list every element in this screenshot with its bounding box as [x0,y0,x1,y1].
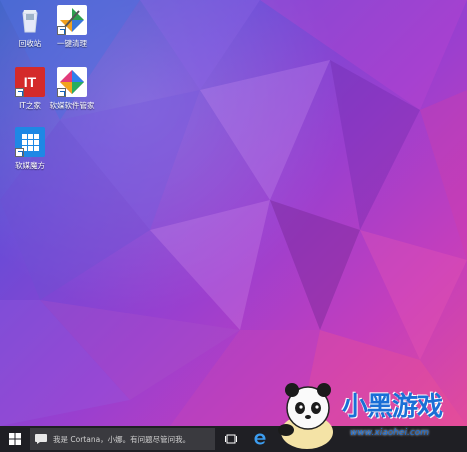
edge-browser-button[interactable] [247,426,273,452]
desktop-icon-rubik-cube[interactable]: 软媒魔方 [0,127,60,171]
shortcut-arrow-icon [57,26,66,35]
desktop-icon-label: 软媒软件管家 [49,101,95,110]
ithome-logo-text: IT [23,74,37,90]
cortana-search-box[interactable]: 我是 Cortana，小娜。有问题尽管问我。 [30,428,215,450]
desktop-icon-software-manager[interactable]: 软媒软件管家 [42,67,102,111]
desktop-icon-label: 一键清理 [57,39,87,48]
rubik-cube-app-icon [15,127,45,157]
shortcut-arrow-icon [15,88,24,97]
windows-logo-icon [9,433,21,445]
site-watermark: 小黑游戏 www.xiaohei.com [272,380,467,452]
watermark-title: 小黑游戏 [342,392,443,422]
task-view-icon [225,434,237,444]
edge-browser-icon [254,433,266,445]
panda-mascot-icon [278,383,333,449]
shortcut-arrow-icon [57,88,66,97]
cortana-chat-icon [35,434,47,444]
polygon-wallpaper [0,0,467,426]
start-button[interactable] [0,426,30,452]
desktop-icon-cleanup[interactable]: 一键清理 [42,5,102,49]
task-view-button[interactable] [218,426,244,452]
watermark-url: www.xiaohei.com [350,428,430,438]
shortcut-arrow-icon [15,148,24,157]
software-manager-icon [57,67,87,97]
ithome-app-icon: IT [15,67,45,97]
recycle-bin-icon [15,5,45,35]
desktop-wallpaper: 回收站 一键清理 IT IT之家 软媒软件管家 软媒魔方 [0,0,467,426]
desktop-icon-label: 软媒魔方 [15,161,45,170]
search-placeholder: 我是 Cortana，小娜。有问题尽管问我。 [53,434,191,444]
broom-cleanup-icon [57,5,87,35]
